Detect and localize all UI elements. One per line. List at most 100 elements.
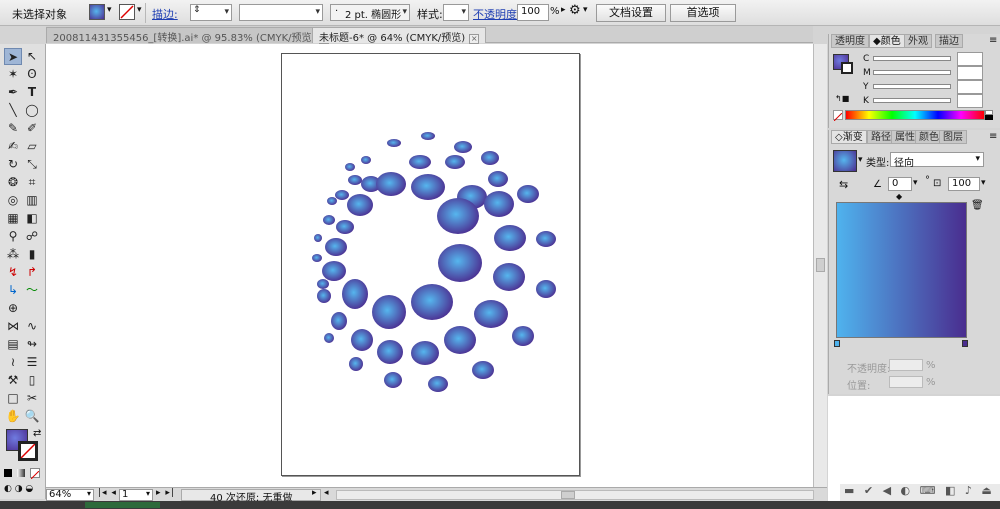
gradient-preset-arrow-icon[interactable]: ▾ <box>858 155 863 165</box>
gradient-stop-start[interactable] <box>834 340 840 347</box>
tab-layers[interactable]: 图层 <box>939 130 967 144</box>
tab-stroke[interactable]: 描边 <box>935 34 963 48</box>
tab-transparency[interactable]: 透明度 <box>831 34 869 48</box>
tab-color[interactable]: ◆颜色 <box>869 34 905 48</box>
eraser-tool-icon[interactable]: ▱ <box>23 138 41 155</box>
gradient-dot[interactable] <box>484 191 514 217</box>
status-menu-arrow-icon[interactable]: ▸ <box>312 488 317 498</box>
gradient-dot[interactable] <box>411 174 445 200</box>
gradient-dot[interactable] <box>387 139 401 147</box>
gradient-dot[interactable] <box>323 215 335 225</box>
wave-tool-icon[interactable]: ∿ <box>23 318 41 335</box>
scroll-thumb[interactable] <box>561 491 575 499</box>
swap-fill-stroke-icon[interactable]: ⇄ <box>33 428 41 439</box>
stroke-weight-field[interactable]: ▾ ⇕ <box>190 4 232 21</box>
scroll-thumb[interactable] <box>816 258 825 272</box>
pen-tool-icon[interactable]: ✒ <box>4 84 22 101</box>
width-tool-icon[interactable]: ↯ <box>4 264 22 281</box>
tab-document-1[interactable]: 200811431355456_[转换].ai* @ 95.83% (CMYK/… <box>46 27 337 44</box>
black-slider[interactable] <box>873 98 951 103</box>
ratio-arrow-icon[interactable]: ▾ <box>981 178 986 188</box>
chart-tool-icon[interactable]: ▯ <box>23 372 41 389</box>
eyedropper-tool-icon[interactable]: ⚲ <box>4 228 22 245</box>
gradient-dot[interactable] <box>351 329 373 351</box>
draw-mode-icons[interactable]: ◐ ◑ ◒ <box>4 484 40 494</box>
direct-selection-tool-icon[interactable]: ↖ <box>23 48 41 65</box>
zigzag-tool-icon[interactable]: ≀ <box>4 354 22 371</box>
tab-gradient[interactable]: ◇渐变 <box>831 130 867 144</box>
stop-opacity-input[interactable] <box>889 359 923 371</box>
magic-wand-tool-icon[interactable]: ✶ <box>4 66 22 83</box>
close-icon[interactable]: × <box>469 34 480 44</box>
aspect-ratio-input[interactable]: 100 <box>948 177 980 191</box>
stroke-dropdown-arrow-icon[interactable]: ▾ <box>137 5 142 15</box>
gradient-dot[interactable] <box>336 220 354 234</box>
blend-tool-icon[interactable]: ☍ <box>23 228 41 245</box>
gradient-dot[interactable] <box>454 141 472 153</box>
shape-builder-tool-icon[interactable]: ◎ <box>4 192 22 209</box>
gradient-dot[interactable] <box>384 372 402 388</box>
gradient-preview-swatch[interactable] <box>833 150 857 172</box>
gradient-dot[interactable] <box>437 198 479 234</box>
gradient-dot[interactable] <box>335 190 349 200</box>
gradient-dot[interactable] <box>493 263 525 291</box>
gradient-dot[interactable] <box>348 175 362 185</box>
gradient-dot[interactable] <box>317 279 329 289</box>
document-canvas[interactable] <box>46 44 813 487</box>
perspective-grid-tool-icon[interactable]: ▥ <box>23 192 41 209</box>
gradient-dot[interactable] <box>481 151 499 165</box>
gradient-dot[interactable] <box>444 326 476 354</box>
stop-position-input[interactable] <box>889 376 923 388</box>
rotate-tool-icon[interactable]: ↻ <box>4 156 22 173</box>
cyan-value-field[interactable] <box>957 52 983 66</box>
gradient-dot[interactable] <box>428 376 448 392</box>
gradient-dot[interactable] <box>372 295 406 329</box>
sphere-dots-artwork[interactable] <box>46 44 813 487</box>
zoom-tool-icon[interactable]: 🔍 <box>23 408 41 425</box>
gradient-dot[interactable] <box>347 194 373 216</box>
next-last-artboard-icons[interactable]: ▸ ▸| <box>156 488 175 498</box>
gradient-dot[interactable] <box>324 333 334 343</box>
status-message-box[interactable]: 40 次还原; 无重做 <box>181 489 321 504</box>
angle-arrow-icon[interactable]: ▾ <box>913 178 918 188</box>
artboard-number-field[interactable]: 1 ▾ <box>119 489 153 501</box>
graphic-style-dropdown[interactable]: ▾ <box>443 4 469 21</box>
grid-tool-icon[interactable]: ▤ <box>4 336 22 353</box>
free-transform-tool-icon[interactable]: ⌗ <box>23 174 41 191</box>
paintbrush-tool-icon[interactable]: ✎ <box>4 120 22 137</box>
warp-tool-icon[interactable]: ❂ <box>4 174 22 191</box>
gradient-dot[interactable] <box>349 357 363 371</box>
gradient-dot[interactable] <box>376 172 406 196</box>
gradient-dot[interactable] <box>517 185 539 203</box>
gradient-dot[interactable] <box>474 300 508 328</box>
twist-tool-icon[interactable]: ↬ <box>23 336 41 353</box>
gradient-dot[interactable] <box>494 225 526 251</box>
last-color-icon[interactable]: ↰■ <box>835 94 849 103</box>
hand-tool-icon[interactable]: ✋ <box>4 408 22 425</box>
recolor-dropdown-icon[interactable]: ▾ <box>583 5 588 15</box>
gradient-tool-icon[interactable]: ◧ <box>23 210 41 227</box>
magenta-slider[interactable] <box>873 70 951 75</box>
taskbar-app-button[interactable] <box>85 502 160 508</box>
gradient-dot[interactable] <box>488 171 508 187</box>
gradient-dot[interactable] <box>411 341 439 365</box>
opacity-arrow-icon[interactable]: ▸ <box>561 5 566 15</box>
opacity-link[interactable]: 不透明度: <box>473 6 521 22</box>
symbol-sprayer-tool-icon[interactable]: ⁂ <box>4 246 22 263</box>
stroke-link[interactable]: 描边: <box>152 6 178 22</box>
pencil-tool-icon[interactable]: ✐ <box>23 120 41 137</box>
magenta-value-field[interactable] <box>957 66 983 80</box>
gradient-dot[interactable] <box>445 155 465 169</box>
gradient-dot[interactable] <box>325 238 347 256</box>
gradient-dot[interactable] <box>377 340 403 364</box>
gradient-dot[interactable] <box>331 312 347 330</box>
gradient-stop-end[interactable] <box>962 340 968 347</box>
gradient-slider-preview[interactable] <box>836 202 967 338</box>
gradient-dot[interactable] <box>345 163 355 171</box>
fill-dropdown-arrow-icon[interactable]: ▾ <box>107 5 112 15</box>
gradient-mode-icon[interactable] <box>17 469 25 477</box>
horizontal-scrollbar[interactable] <box>336 490 814 500</box>
stroke-color-proxy[interactable] <box>18 441 38 461</box>
knife-tool-icon[interactable]: ✂ <box>23 390 41 407</box>
opacity-input[interactable]: 100 <box>517 4 549 21</box>
